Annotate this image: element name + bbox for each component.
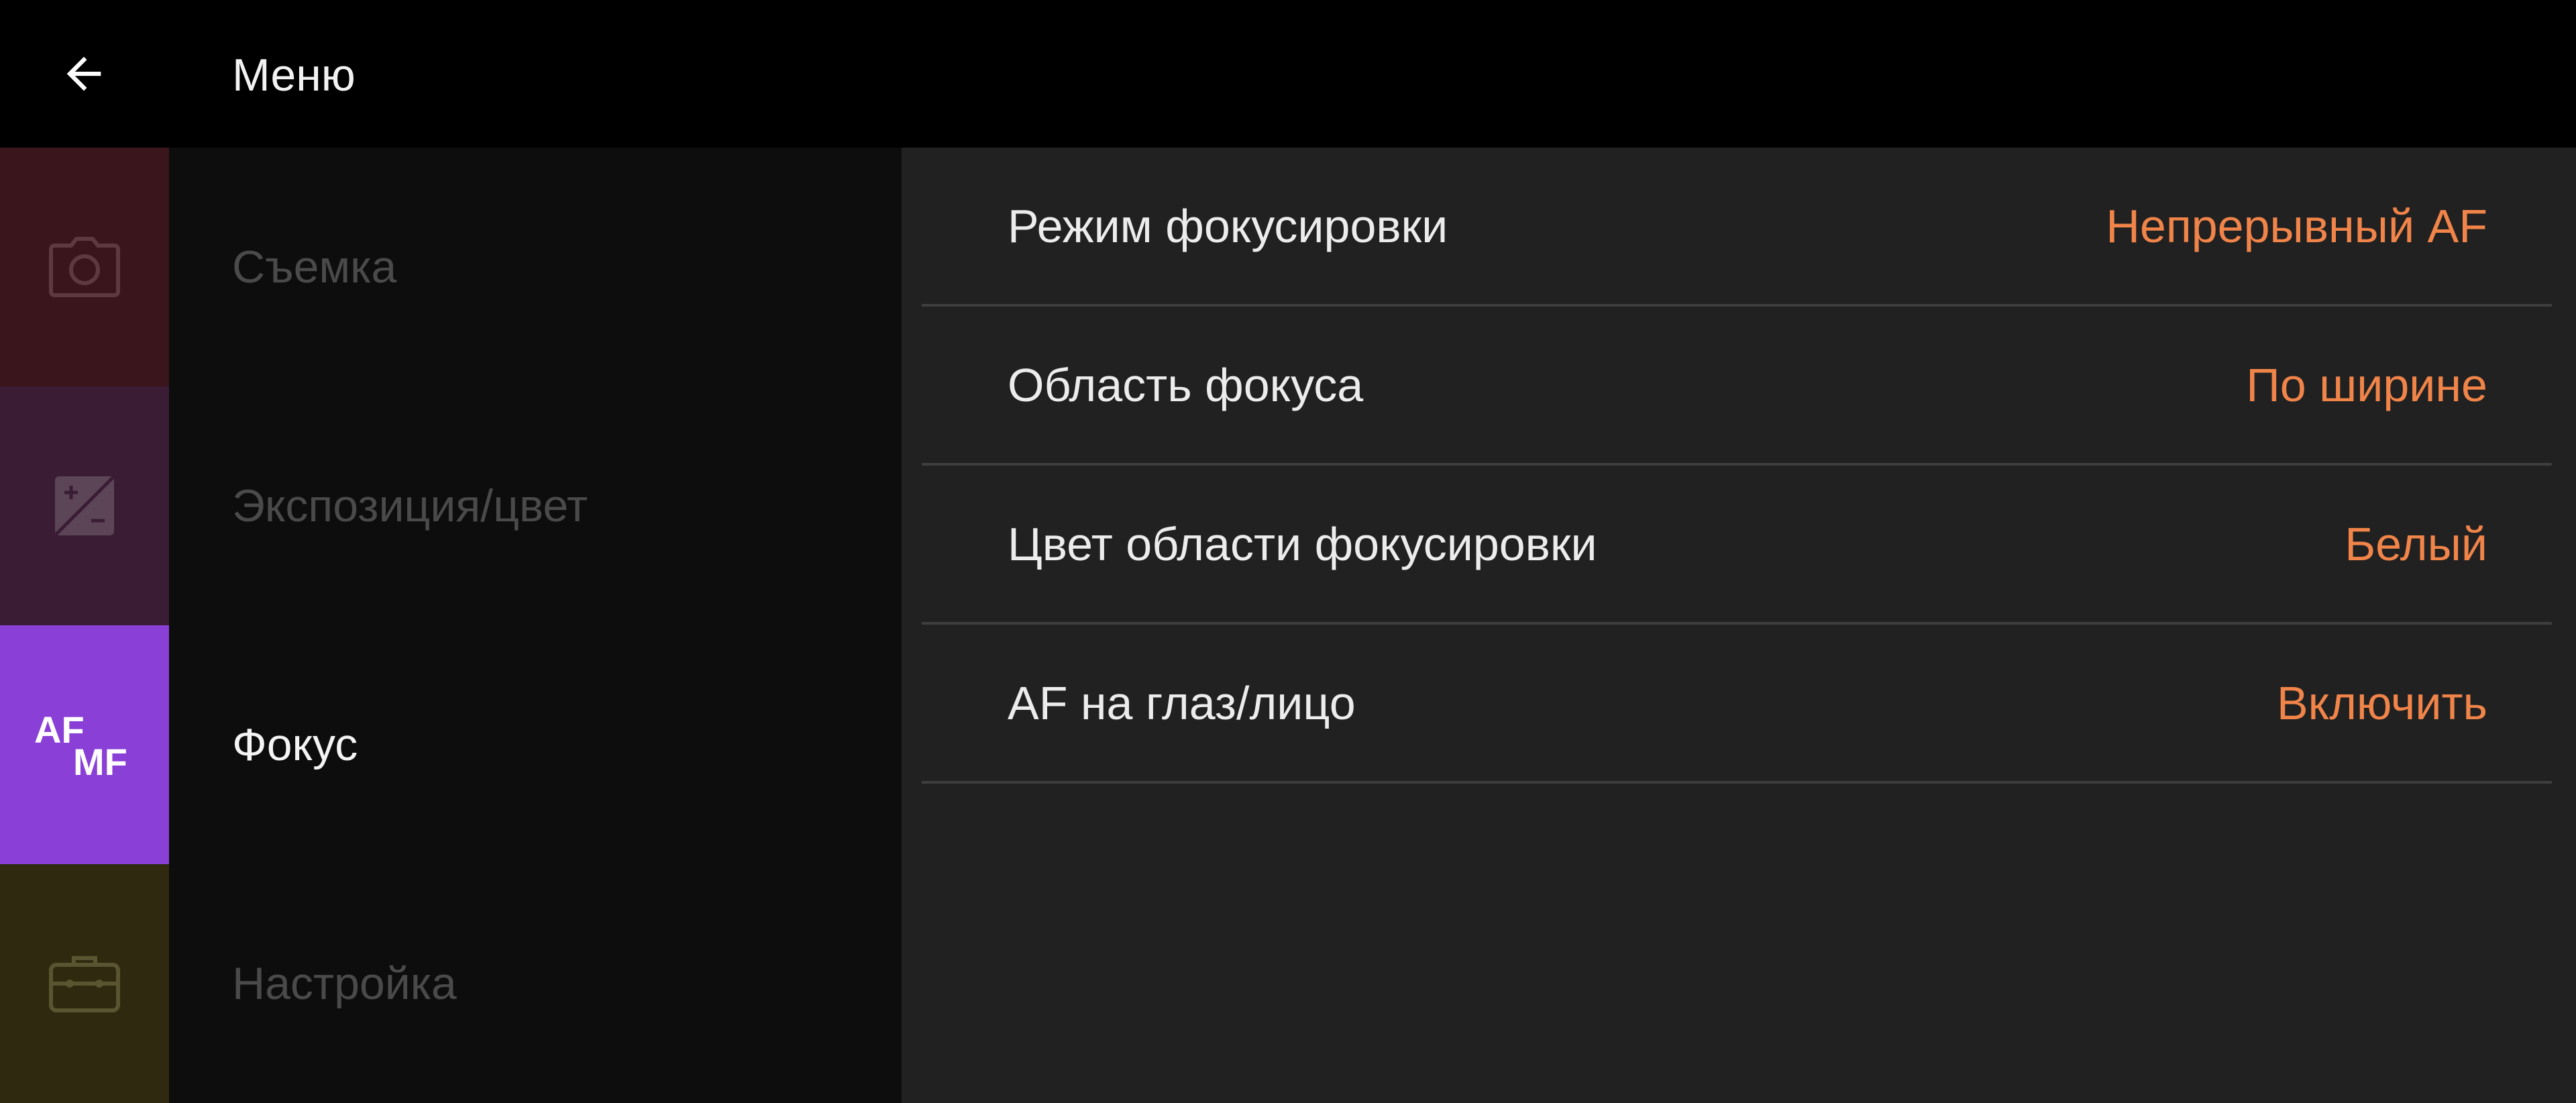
sidebar-icon-tile [0,148,169,386]
setting-label: Область фокуса [1008,358,1364,411]
setting-label: Режим фокусировки [1008,199,1448,252]
sidebar-item-label: Съемка [232,242,397,293]
toolbox-icon [49,956,120,1012]
sidebar-item-label: Настройка [232,958,457,1009]
sidebar-item-label: Экспозиция/цвет [232,480,588,531]
setting-label: Цвет области фокусировки [1008,517,1597,570]
sidebar-item-focus[interactable]: AF MF Фокус [0,625,902,864]
sidebar-icon-tile [0,386,169,625]
sidebar-item-label: Фокус [232,719,358,770]
sidebar-icon-tile: AF MF [0,625,169,864]
setting-label: AF на глаз/лицо [1008,676,1356,729]
arrow-left-icon [66,56,101,91]
mf-icon-text: MF [73,741,127,783]
sidebar-item-shooting[interactable]: Съемка [0,148,902,386]
setting-value: Белый [2345,517,2487,570]
settings-panel: Режим фокусировки Непрерывный AF Область… [902,148,2576,1103]
camera-icon [49,237,120,297]
category-sidebar: Съемка Экспозиция/цвет AF MF Фокус Настр… [0,148,902,1103]
sidebar-item-setup[interactable]: Настройка [0,864,902,1103]
exposure-compensation-icon [54,475,115,537]
setting-value: Непрерывный AF [2106,199,2487,252]
sidebar-icon-tile [0,864,169,1103]
sidebar-item-exposure-color[interactable]: Экспозиция/цвет [0,386,902,625]
setting-value: По ширине [2246,358,2487,411]
back-button[interactable] [47,40,121,107]
app-bar: Меню [0,0,2576,148]
setting-row-eye-face-af[interactable]: AF на глаз/лицо Включить [922,625,2552,784]
setting-row-focus-area-color[interactable]: Цвет области фокусировки Белый [922,466,2552,625]
setting-row-focus-area[interactable]: Область фокуса По ширине [922,307,2552,466]
page-title: Меню [232,50,356,101]
camera-menu-screen: Меню Съемка Экспозиция/цвет AF MF Фокус … [0,0,2576,1103]
setting-row-focus-mode[interactable]: Режим фокусировки Непрерывный AF [922,148,2552,307]
af-mf-icon: AF MF [34,708,135,783]
setting-value: Включить [2276,676,2487,729]
